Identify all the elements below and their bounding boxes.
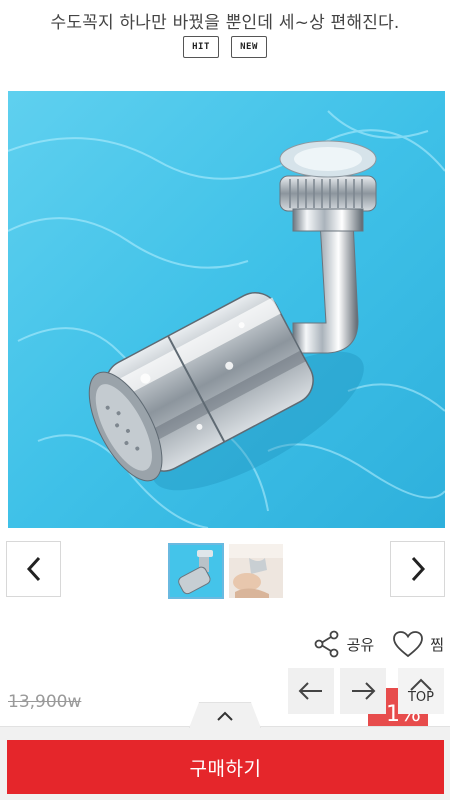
share-label: 공유 — [346, 635, 375, 654]
product-actions: 공유 찜 — [313, 630, 444, 658]
hit-badge: HIT — [183, 36, 219, 58]
chevron-left-icon — [26, 556, 40, 582]
wishlist-label: 찜 — [430, 635, 444, 654]
drawer-toggle[interactable] — [189, 702, 261, 728]
gallery-next-button[interactable] — [390, 541, 445, 597]
chevron-up-icon — [217, 711, 233, 721]
heart-icon — [393, 631, 424, 658]
scroll-top-label: TOP — [407, 689, 434, 705]
badge-row: HIT NEW — [0, 36, 450, 58]
arrow-right-icon — [352, 682, 376, 700]
thumbnail-1[interactable] — [168, 543, 224, 599]
product-hero-image[interactable] — [8, 91, 445, 528]
gallery-prev-button[interactable] — [6, 541, 61, 597]
share-icon — [314, 630, 338, 658]
share-button[interactable]: 공유 — [313, 630, 375, 658]
product-subtitle: 수도꼭지 하나만 바꿨을 뿐인데 세~상 편해진다. — [50, 13, 400, 33]
scroll-top-button[interactable]: TOP — [398, 668, 444, 714]
original-price: 13,900w — [8, 692, 82, 712]
thumbnail-2[interactable] — [229, 544, 283, 598]
chevron-right-icon — [411, 556, 425, 582]
history-back-button[interactable] — [288, 668, 334, 714]
thumbnail-strip — [168, 543, 283, 599]
history-forward-button[interactable] — [340, 668, 386, 714]
buy-button[interactable]: 구매하기 — [7, 740, 444, 794]
arrow-left-icon — [298, 682, 322, 700]
wishlist-button[interactable]: 찜 — [392, 630, 444, 658]
new-badge: NEW — [231, 36, 267, 58]
